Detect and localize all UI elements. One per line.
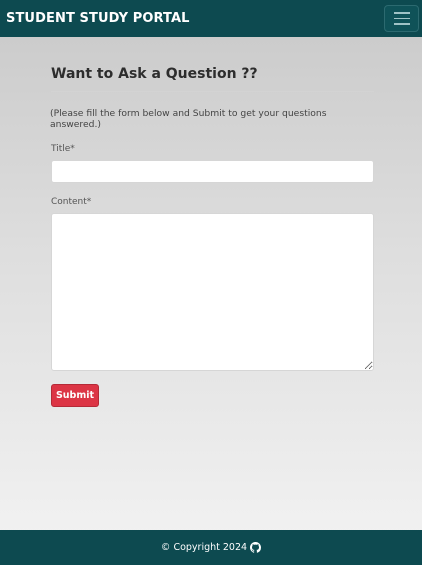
menu-toggle-button[interactable] <box>384 5 419 32</box>
github-icon[interactable] <box>250 542 262 553</box>
title-label: Title* <box>51 144 75 154</box>
form-instructions: (Please fill the form below and Submit t… <box>50 108 327 130</box>
footer: © Copyright 2024 <box>0 530 422 565</box>
brand-title[interactable]: STUDENT STUDY PORTAL <box>6 11 190 26</box>
hamburger-menu-icon-line <box>393 23 410 25</box>
copyright-text: © Copyright 2024 <box>160 542 248 553</box>
submit-button[interactable]: Submit <box>51 384 99 407</box>
page-title: Want to Ask a Question ?? <box>51 66 374 92</box>
hamburger-menu-icon-line <box>393 17 410 20</box>
content-label: Content* <box>51 197 92 207</box>
content-textarea[interactable] <box>51 213 374 371</box>
title-input[interactable] <box>51 160 374 183</box>
hamburger-menu-icon <box>393 12 410 14</box>
question-form: Want to Ask a Question ?? (Please fill t… <box>50 66 374 407</box>
navbar: STUDENT STUDY PORTAL <box>0 0 422 37</box>
